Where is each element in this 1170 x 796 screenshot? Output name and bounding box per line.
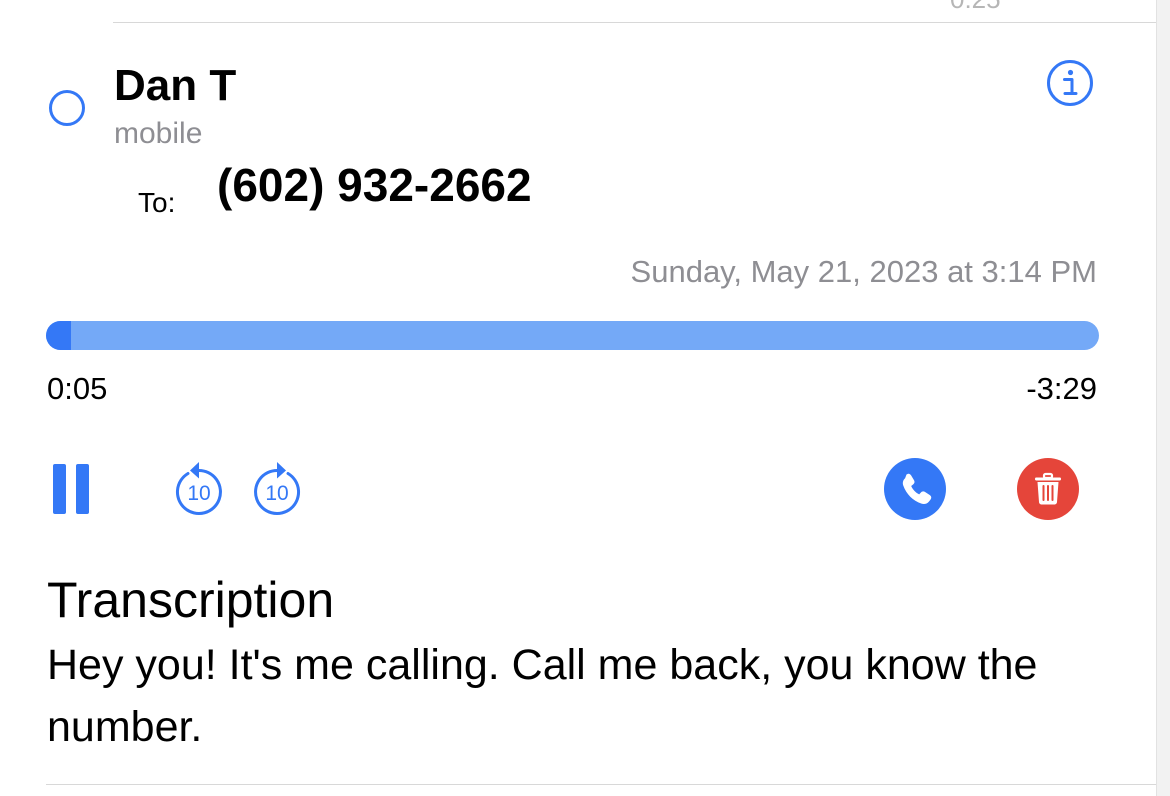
skip-back-10-icon: 10 <box>175 462 222 515</box>
skip-forward-seconds: 10 <box>265 482 288 505</box>
transcription-text: Hey you! It's me calling. Call me back, … <box>47 641 1038 751</box>
voicemail-timestamp: Sunday, May 21, 2023 at 3:14 PM <box>630 254 1097 289</box>
caller-type-label: mobile <box>114 117 203 150</box>
select-circle-icon[interactable] <box>49 90 85 126</box>
delete-button[interactable] <box>1017 458 1079 520</box>
playback-progress-bar[interactable] <box>46 321 1099 350</box>
transcription-heading: Transcription <box>47 572 335 628</box>
remaining-time: -3:29 <box>1026 371 1097 406</box>
info-button[interactable] <box>1046 59 1094 107</box>
skip-forward-10-icon: 10 <box>254 462 301 515</box>
to-label: To: <box>138 187 176 218</box>
to-number: (602) 932-2662 <box>217 159 532 211</box>
skip-back-seconds: 10 <box>187 482 210 505</box>
info-icon <box>1047 60 1093 106</box>
phone-icon <box>902 473 932 504</box>
elapsed-time: 0:05 <box>47 371 108 406</box>
skip-back-button[interactable]: 10 <box>170 458 228 520</box>
trash-icon <box>1035 472 1061 505</box>
previous-item-partial-text: 0:25 <box>950 0 1001 15</box>
scroll-edge <box>1156 0 1170 796</box>
call-back-button[interactable] <box>884 458 946 520</box>
caller-name: Dan T <box>114 61 237 110</box>
skip-forward-button[interactable]: 10 <box>248 458 306 520</box>
pause-button[interactable] <box>48 460 96 518</box>
playback-progress-fill <box>46 321 71 350</box>
bottom-divider <box>46 784 1156 785</box>
top-divider <box>113 22 1156 23</box>
